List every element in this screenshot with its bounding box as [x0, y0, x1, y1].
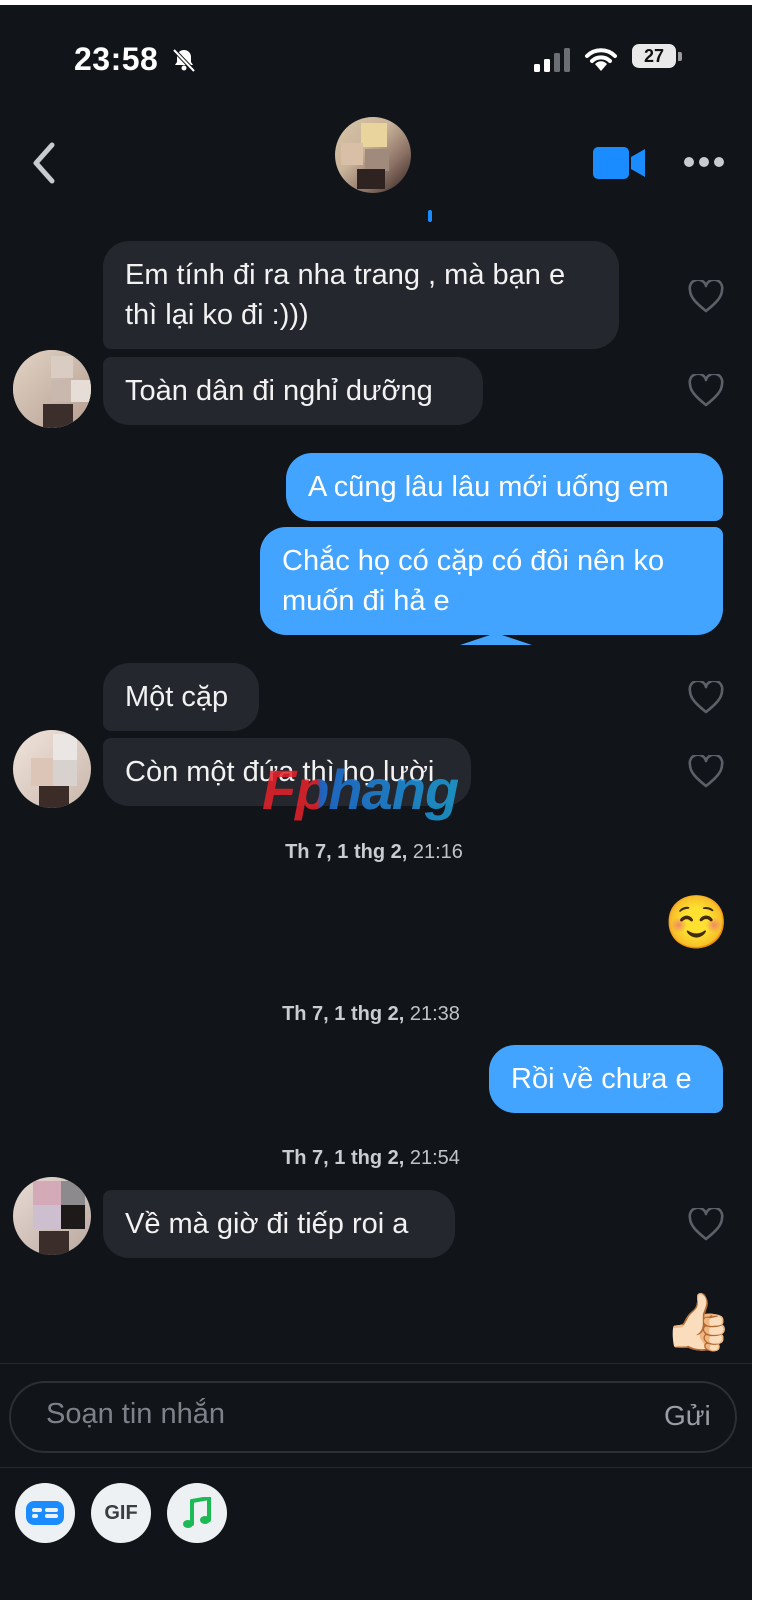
incoming-message[interactable]: Về mà giờ đi tiếp roi a	[103, 1190, 455, 1258]
thumbs-up-emoji[interactable]: 👍🏻	[663, 1290, 733, 1354]
music-button[interactable]	[167, 1483, 227, 1543]
contact-avatar-small[interactable]	[13, 1177, 91, 1255]
timestamp: Th 7, 1 thg 2, 21:16	[285, 841, 463, 863]
contact-avatar-small[interactable]	[13, 730, 91, 808]
gif-label: GIF	[104, 1501, 138, 1524]
toolbar-divider	[0, 1467, 752, 1468]
video-camera-icon[interactable]	[593, 145, 647, 181]
incoming-message[interactable]: Em tính đi ra nha trang , mà bạn e thì l…	[103, 241, 619, 349]
message-line: muốn đi hả e	[282, 585, 450, 617]
message-line: A cũng lâu lâu mới uống em	[308, 471, 669, 503]
timestamp: Th 7, 1 thg 2, 21:38	[282, 1003, 460, 1025]
more-horizontal-icon[interactable]	[684, 156, 724, 168]
heart-icon[interactable]	[688, 755, 724, 789]
outgoing-message[interactable]: Rồi về chưa e	[489, 1045, 723, 1113]
watermark: Fphang	[262, 758, 459, 821]
message-line: Chắc họ có cặp có đôi nên ko	[282, 545, 665, 577]
gif-button[interactable]: GIF	[91, 1483, 151, 1543]
music-note-icon	[183, 1497, 211, 1528]
message-line: Một cặp	[125, 681, 229, 713]
outgoing-message[interactable]: Chắc họ có cặp có đôi nên ko muốn đi hả …	[260, 527, 723, 635]
id-card-icon	[26, 1501, 64, 1525]
message-line: Về mà giờ đi tiếp roi a	[125, 1208, 409, 1240]
message-input-placeholder: Soạn tin nhắn	[46, 1398, 225, 1430]
composer-divider	[0, 1363, 752, 1364]
incoming-message[interactable]: Toàn dân đi nghỉ dưỡng	[103, 357, 483, 425]
cellular-signal-icon	[534, 48, 570, 72]
timestamp: Th 7, 1 thg 2, 21:54	[282, 1147, 460, 1169]
chat-screen: 23:58 27 Em tính đi ra nha trang , mà bạ…	[0, 5, 752, 1600]
message-line: Em tính đi ra nha trang , mà bạn e	[125, 259, 566, 291]
battery-indicator: 27	[632, 44, 676, 68]
online-indicator	[428, 210, 432, 222]
message-line: thì lại ko đi :)))	[125, 299, 309, 331]
battery-tip	[678, 52, 682, 61]
contact-avatar-small[interactable]	[13, 350, 91, 428]
status-time: 23:58	[74, 41, 159, 77]
message-line: Toàn dân đi nghỉ dưỡng	[125, 375, 433, 407]
heart-icon[interactable]	[688, 681, 724, 715]
outgoing-message[interactable]: A cũng lâu lâu mới uống em	[286, 453, 723, 521]
chevron-left-icon[interactable]	[30, 141, 56, 185]
bell-muted-icon	[172, 48, 196, 73]
heart-icon[interactable]	[688, 1208, 724, 1242]
send-button[interactable]: Gửi	[664, 1400, 711, 1432]
wifi-icon	[585, 48, 617, 71]
emoji-message[interactable]: ☺️	[664, 893, 729, 953]
heart-icon[interactable]	[688, 374, 724, 408]
incoming-message[interactable]: Một cặp	[103, 663, 259, 731]
bubble-tail	[460, 633, 532, 645]
message-line: Rồi về chưa e	[511, 1063, 692, 1095]
contact-avatar[interactable]	[335, 117, 411, 193]
sticker-button[interactable]	[15, 1483, 75, 1543]
heart-icon[interactable]	[688, 280, 724, 314]
